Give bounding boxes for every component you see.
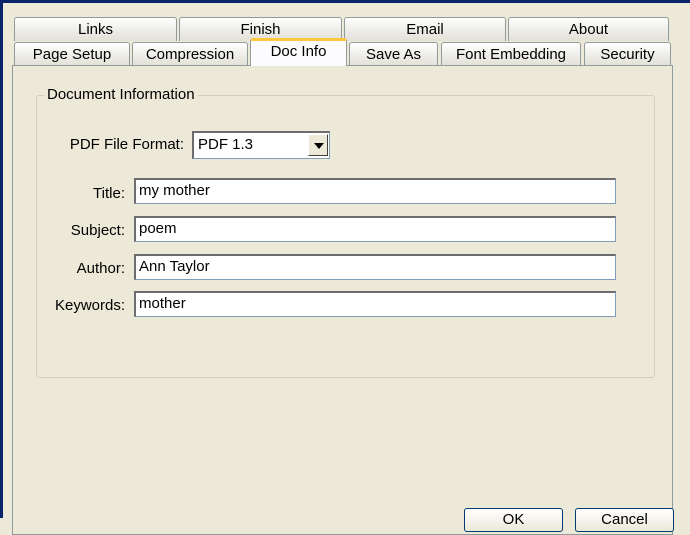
title-field[interactable]: my mother	[134, 178, 616, 204]
tab-page-setup[interactable]: Page Setup	[14, 42, 130, 66]
window-border-top	[0, 0, 690, 3]
subject-field[interactable]: poem	[134, 216, 616, 242]
tab-save-as[interactable]: Save As	[349, 42, 438, 66]
pdf-format-label: PDF File Format:	[69, 136, 184, 153]
tab-links[interactable]: Links	[14, 17, 177, 41]
chevron-down-icon	[314, 143, 324, 149]
tab-security[interactable]: Security	[584, 42, 671, 66]
author-field[interactable]: Ann Taylor	[134, 254, 616, 280]
keywords-label: Keywords:	[54, 297, 125, 314]
group-title: Document Information	[44, 86, 198, 103]
tab-email[interactable]: Email	[344, 17, 506, 41]
subject-label: Subject:	[70, 222, 125, 239]
author-label: Author:	[76, 260, 125, 277]
window-border-left	[0, 0, 3, 518]
pdf-format-select[interactable]: PDF 1.3	[192, 131, 330, 159]
dropdown-button[interactable]	[308, 134, 328, 156]
pdf-format-value: PDF 1.3	[198, 136, 254, 153]
cancel-button[interactable]: Cancel	[575, 508, 674, 532]
tab-doc-info[interactable]: Doc Info	[250, 38, 347, 66]
tab-compression[interactable]: Compression	[132, 42, 248, 66]
tab-about[interactable]: About	[508, 17, 669, 41]
title-label: Title:	[93, 185, 125, 202]
tab-font-embedding[interactable]: Font Embedding	[441, 42, 581, 66]
keywords-field[interactable]: mother	[134, 291, 616, 317]
ok-button[interactable]: OK	[464, 508, 563, 532]
